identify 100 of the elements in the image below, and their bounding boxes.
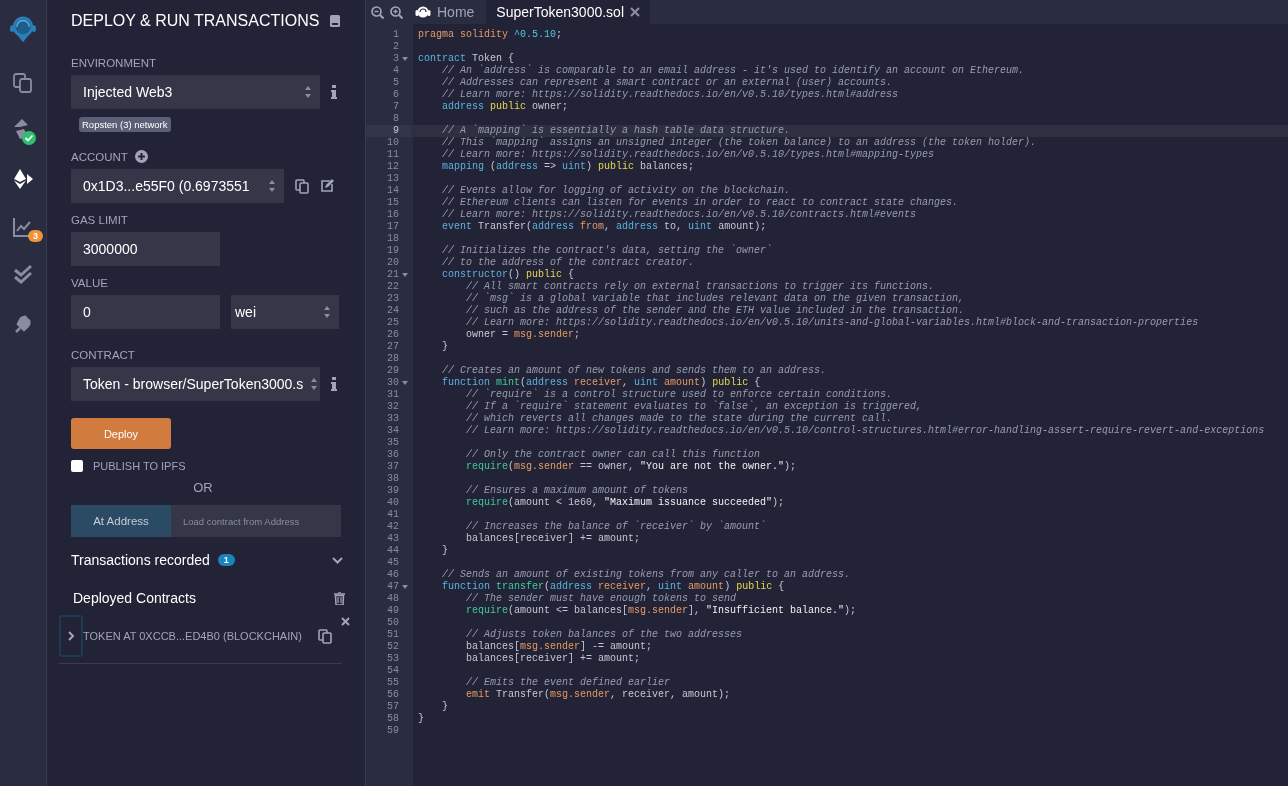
- code-line: balances[receiver] += amount;: [465, 653, 641, 665]
- line-number: 27: [386, 341, 400, 353]
- expand-toggle[interactable]: [59, 615, 83, 657]
- environment-select[interactable]: Injected Web3: [71, 75, 320, 109]
- line-number: 16: [386, 209, 400, 221]
- value-field[interactable]: 0: [71, 295, 220, 329]
- account-select[interactable]: 0x1D3...e55F0 (0.6973551: [71, 169, 284, 203]
- field-label: CONTRACT: [71, 349, 135, 361]
- line-number: 38: [386, 473, 400, 485]
- code-line: require(msg.sender == owner, "You are not the owner.");: [465, 461, 797, 473]
- logo-icon: [415, 5, 431, 19]
- code-line: }: [441, 545, 448, 557]
- field-label: ENVIRONMENT: [71, 57, 156, 69]
- code-line: // Learn more: https://solidity.readthedocs.io/en/v0.5.10/types.html#address: [441, 89, 899, 101]
- line-number: 46: [386, 569, 400, 581]
- code-line: }: [417, 713, 424, 725]
- line-number: 36: [386, 449, 400, 461]
- line-number: 19: [386, 245, 400, 257]
- info-icon[interactable]: [331, 85, 337, 99]
- line-number: 58: [386, 713, 400, 725]
- contract-instance-label: TOKEN AT 0XCCB...ED4B0 (BLOCKCHAIN): [83, 630, 302, 642]
- line-number: 13: [386, 173, 400, 185]
- code-editor[interactable]: [366, 24, 1288, 786]
- code-line: // `msg` is a global variable that includes relevant data on the given transaction,: [465, 293, 965, 305]
- code-line: balances[receiver] += amount;: [465, 533, 641, 545]
- code-line: balances[msg.sender] -= amount;: [465, 641, 653, 653]
- unit-select[interactable]: wei: [231, 295, 339, 329]
- field-label: VALUE: [71, 277, 108, 289]
- code-line: // This `mapping` assigns an unsigned integer (the token balance) to an address (the token holder).: [441, 137, 1037, 149]
- close-icon[interactable]: [630, 7, 640, 17]
- line-number: 6: [392, 89, 400, 101]
- code-line: // which reverts all changes made to the state during the current call.: [465, 413, 893, 425]
- select-caret-icon: [323, 305, 331, 319]
- line-number: 21: [366, 269, 411, 281]
- code-line: // Ethereum clients can listen for events in order to react to contract state changes.: [441, 197, 959, 209]
- code-line: // Ensures a maximum amount of tokens: [465, 485, 689, 497]
- code-line: event Transfer(address from, address to, uint amount);: [441, 221, 767, 233]
- trash-icon[interactable]: [334, 591, 345, 605]
- chevron-icon: [67, 631, 75, 641]
- line-number: 26: [386, 329, 400, 341]
- code-line: // Emits the event defined earlier: [465, 677, 671, 689]
- checkbox[interactable]: [71, 460, 83, 472]
- line-number: 28: [386, 353, 400, 365]
- line-number: 54: [386, 665, 400, 677]
- line-number: 34: [386, 425, 400, 437]
- line-number: 41: [386, 509, 400, 521]
- close-icon[interactable]: [341, 617, 350, 626]
- line-number: 35: [386, 437, 400, 449]
- line-number: 56: [386, 689, 400, 701]
- line-number: 12: [386, 161, 400, 173]
- code-line: // Increases the balance of `receiver` by `amount`: [465, 521, 767, 533]
- chart-icon[interactable]: [12, 216, 34, 238]
- deploy-icon[interactable]: [12, 168, 34, 190]
- zoom-out-icon[interactable]: [371, 5, 384, 19]
- edit-icon[interactable]: [320, 179, 334, 193]
- code-line: address public owner;: [441, 101, 569, 113]
- chevron-icon[interactable]: [332, 556, 343, 564]
- files-icon[interactable]: [12, 72, 34, 94]
- double-check-icon[interactable]: [12, 264, 34, 286]
- at-address-button[interactable]: At Address: [71, 505, 171, 537]
- line-number: 3: [366, 53, 411, 65]
- line-number: 5: [392, 77, 400, 89]
- line-number: 42: [386, 521, 400, 533]
- gas-limit-field[interactable]: 3000000: [71, 232, 220, 266]
- line-number: 24: [386, 305, 400, 317]
- copy-icon[interactable]: [317, 628, 332, 644]
- code-line: contract Token {: [417, 53, 515, 64]
- field-label: ACCOUNT: [71, 150, 128, 163]
- code-line: // Adjusts token balances of the two addresses: [465, 629, 743, 641]
- code-line: function mint(address receiver, uint amount) public {: [441, 377, 761, 388]
- line-number: 9: [366, 125, 411, 137]
- code-line: // Sends an amount of existing tokens from any caller to an address.: [441, 569, 851, 581]
- book-icon[interactable]: [329, 14, 342, 28]
- network-badge: Ropsten (3) network: [79, 117, 171, 132]
- line-number: 18: [386, 233, 400, 245]
- line-number: 25: [386, 317, 400, 329]
- line-number: 53: [386, 653, 400, 665]
- code-line: // A `mapping` is essentially a hash table data structure.: [441, 125, 791, 137]
- line-number: 17: [386, 221, 400, 233]
- line-number: 49: [386, 605, 400, 617]
- zoom-in-icon[interactable]: [390, 5, 403, 19]
- section-title: Deployed Contracts: [73, 590, 196, 606]
- code-line: // Learn more: https://solidity.readthedocs.io/en/v0.5.10/contracts.html#events: [441, 209, 917, 221]
- address-field[interactable]: Load contract from Address: [171, 505, 341, 537]
- code-line: // such as the address of the sender and the ETH value included in the transaction.: [465, 305, 965, 317]
- editor-tab[interactable]: Home: [409, 0, 481, 24]
- editor-tab[interactable]: SuperToken3000.sol: [486, 0, 650, 24]
- line-number: 15: [386, 197, 400, 209]
- select-caret-icon: [268, 179, 276, 193]
- line-number: 44: [386, 545, 400, 557]
- contract-select[interactable]: Token - browser/SuperToken3000.s: [71, 367, 320, 401]
- code-line: // If a `require` statement evaluates to `false`, an exception is triggered,: [465, 401, 923, 413]
- code-line: // Learn more: https://solidity.readthedocs.io/en/v0.5.10/units-and-global-variables.html#block-and-transaction-properties: [465, 317, 1199, 329]
- code-line: // to the address of the contract creator.: [441, 257, 695, 269]
- line-number: 51: [386, 629, 400, 641]
- checkbox-label: PUBLISH TO IPFS: [93, 460, 186, 472]
- copy-icon[interactable]: [295, 178, 309, 194]
- plus-icon[interactable]: [134, 150, 148, 163]
- code-line: // Only the contract owner can call this function: [465, 449, 761, 461]
- info-icon[interactable]: [331, 377, 337, 391]
